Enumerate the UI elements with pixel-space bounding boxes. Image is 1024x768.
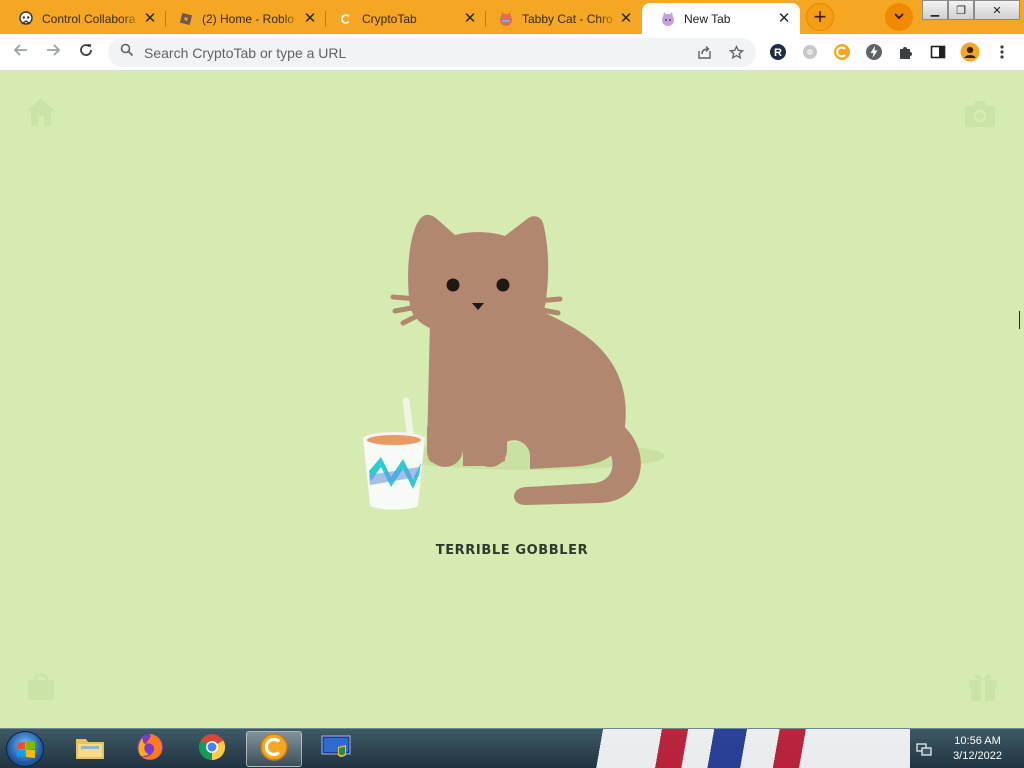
tab-roblox-home[interactable]: (2) Home - Roblo ✕: [160, 3, 326, 34]
taskbar-clock[interactable]: 10:56 AM 3/12/2022: [953, 734, 1002, 764]
tabby-cat-icon: [660, 11, 676, 27]
cat-head: [408, 214, 549, 336]
minimize-icon: ▁: [930, 4, 940, 17]
restore-button[interactable]: ❐: [948, 0, 974, 20]
chevron-down-icon: [893, 10, 905, 25]
plus-icon: +: [813, 4, 827, 29]
taskbar-chrome[interactable]: [184, 731, 240, 767]
taskbar-remote-desktop[interactable]: [308, 731, 364, 767]
reload-icon: [78, 42, 94, 63]
tab-cryptotab[interactable]: CryptoTab ✕: [320, 3, 486, 34]
desktop-wallpaper-peek: [590, 729, 910, 768]
cat-front-leg: [427, 411, 463, 467]
tab-title: CryptoTab: [362, 11, 417, 26]
puzzle-icon[interactable]: [896, 42, 916, 62]
cryptotab-icon: [338, 11, 354, 27]
new-tab-button[interactable]: +: [806, 3, 834, 31]
restore-icon: ❐: [956, 4, 966, 17]
tab-title: (2) Home - Roblo: [202, 11, 295, 26]
tab-new-tab[interactable]: New Tab ✕: [642, 3, 800, 34]
tab-title: New Tab: [684, 11, 731, 26]
back-button[interactable]: [8, 39, 34, 65]
side-panel-icon[interactable]: [928, 42, 948, 62]
omnibox[interactable]: Search CryptoTab or type a URL: [108, 38, 756, 67]
close-icon[interactable]: ✕: [618, 10, 634, 27]
tab-control-collaboration[interactable]: Control Collabora ✕: [0, 3, 166, 34]
cat-eye: [496, 278, 510, 292]
windows-logo-icon: [16, 740, 36, 765]
tab-tabby-cat[interactable]: Tabby Cat - Chro ✕: [480, 3, 642, 34]
camera-icon[interactable]: [962, 97, 996, 131]
cat-eye: [446, 278, 460, 292]
tabby-cat-illustration[interactable]: [355, 211, 675, 521]
search-icon: [120, 43, 134, 62]
file-explorer-icon: [74, 733, 106, 766]
forward-button[interactable]: [40, 39, 66, 65]
close-icon[interactable]: ✕: [302, 10, 318, 27]
minimize-button[interactable]: ▁: [922, 0, 948, 20]
tabby-cat-icon: [498, 11, 514, 27]
remote-desktop-icon: [320, 733, 352, 766]
system-tray: 10:56 AM 3/12/2022: [912, 729, 1024, 768]
arrow-left-icon: [13, 42, 29, 63]
profile-avatar-icon[interactable]: [960, 42, 980, 62]
windows-taskbar: 10:56 AM 3/12/2022: [0, 728, 1024, 768]
cat-name-label: TERRIBLE GOBBLER: [435, 543, 589, 558]
cat-front-leg: [473, 406, 507, 467]
arrow-right-icon: [45, 42, 61, 63]
browser-toolbar: Search CryptoTab or type a URL R: [0, 34, 1024, 71]
lightning-icon[interactable]: [864, 42, 884, 62]
reload-button[interactable]: [73, 39, 99, 65]
control-collaboration-icon: [18, 10, 34, 27]
extension-grey-icon[interactable]: [800, 42, 820, 62]
new-tab-page: TERRIBLE GOBBLER: [0, 71, 1024, 728]
taskbar-file-explorer[interactable]: [62, 731, 118, 767]
start-button[interactable]: [6, 731, 44, 767]
clock-time: 10:56 AM: [954, 735, 1001, 747]
taskbar-firefox[interactable]: [122, 731, 178, 767]
roblox-icon: [178, 11, 194, 27]
drink-cup: [363, 397, 425, 510]
kebab-menu-icon[interactable]: [992, 42, 1012, 62]
tab-search-button[interactable]: [885, 3, 913, 31]
taskbar-cryptotab[interactable]: [246, 731, 302, 767]
cryptotab-icon: [259, 732, 289, 767]
close-icon[interactable]: ✕: [142, 10, 158, 27]
cryptotab-icon[interactable]: [832, 42, 852, 62]
extension-r-icon[interactable]: R: [768, 42, 788, 62]
close-icon[interactable]: ✕: [776, 10, 792, 27]
tab-title: Control Collabora: [42, 11, 136, 26]
svg-text:R: R: [774, 47, 782, 59]
close-icon[interactable]: ✕: [462, 10, 478, 27]
tab-title: Tabby Cat - Chro: [522, 11, 613, 26]
tab-strip: Control Collabora ✕ (2) Home - Roblo ✕ C…: [0, 0, 1024, 34]
close-window-button[interactable]: ✕: [974, 0, 1020, 20]
mouse-cursor: [1019, 311, 1024, 329]
firefox-icon: [135, 732, 165, 767]
gift-icon[interactable]: [966, 669, 1000, 703]
network-icon[interactable]: [916, 741, 932, 762]
omnibox-placeholder: Search CryptoTab or type a URL: [144, 44, 347, 61]
share-icon[interactable]: [692, 41, 716, 65]
shopping-bag-icon[interactable]: [24, 669, 58, 703]
close-icon: ✕: [992, 4, 1002, 17]
clock-date: 3/12/2022: [953, 750, 1002, 762]
chrome-icon: [197, 732, 227, 767]
bookmark-star-icon[interactable]: [724, 41, 748, 65]
home-icon[interactable]: [24, 95, 58, 129]
